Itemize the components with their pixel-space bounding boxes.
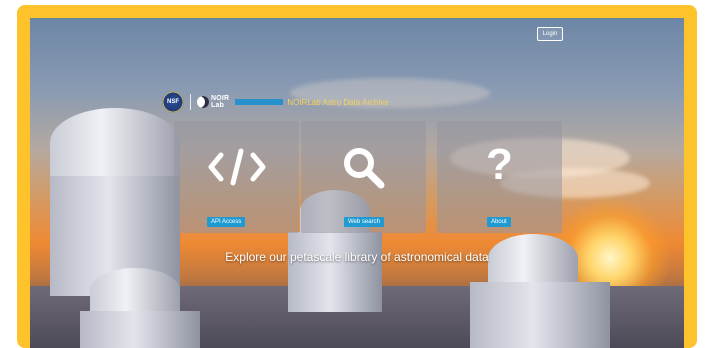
nsf-logo[interactable]: NSF — [162, 91, 184, 113]
noirlab-logo-text: NOIR Lab — [211, 95, 230, 109]
site-title[interactable]: NOIRLab Astro Data Archive — [287, 98, 388, 107]
hero-tagline: Explore our petascale library of astrono… — [225, 250, 489, 264]
search-icon — [301, 145, 426, 196]
nsf-logo-text: NSF — [167, 99, 179, 105]
login-button[interactable]: Login — [537, 27, 563, 41]
logo-divider — [190, 94, 191, 110]
brand-header: NSF NOIR Lab NOIRLab Astro Data Archive — [162, 90, 389, 114]
brand-accent-bar — [235, 99, 284, 105]
code-icon — [174, 147, 299, 192]
question-icon: ? — [486, 140, 513, 189]
card-api-access[interactable]: API Access — [174, 121, 299, 233]
highlight-frame: Login NSF NOIR Lab NOIRLab Astro Data Ar… — [17, 5, 697, 348]
noirlab-moon-icon — [197, 96, 209, 108]
web-search-button[interactable]: Web search — [344, 217, 384, 227]
card-about[interactable]: ? About — [437, 121, 562, 233]
telescope-building-small — [80, 311, 200, 348]
card-web-search[interactable]: Web search — [301, 121, 426, 233]
telescope-dome-small — [90, 268, 180, 313]
telescope-building-center — [288, 232, 382, 312]
telescope-dome-large — [50, 108, 180, 178]
hero-background: Login NSF NOIR Lab NOIRLab Astro Data Ar… — [30, 18, 684, 348]
noirlab-logo[interactable]: NOIR Lab — [197, 95, 229, 109]
about-button[interactable]: About — [487, 217, 511, 227]
api-access-button[interactable]: API Access — [207, 217, 246, 227]
telescope-building-right — [470, 282, 610, 348]
